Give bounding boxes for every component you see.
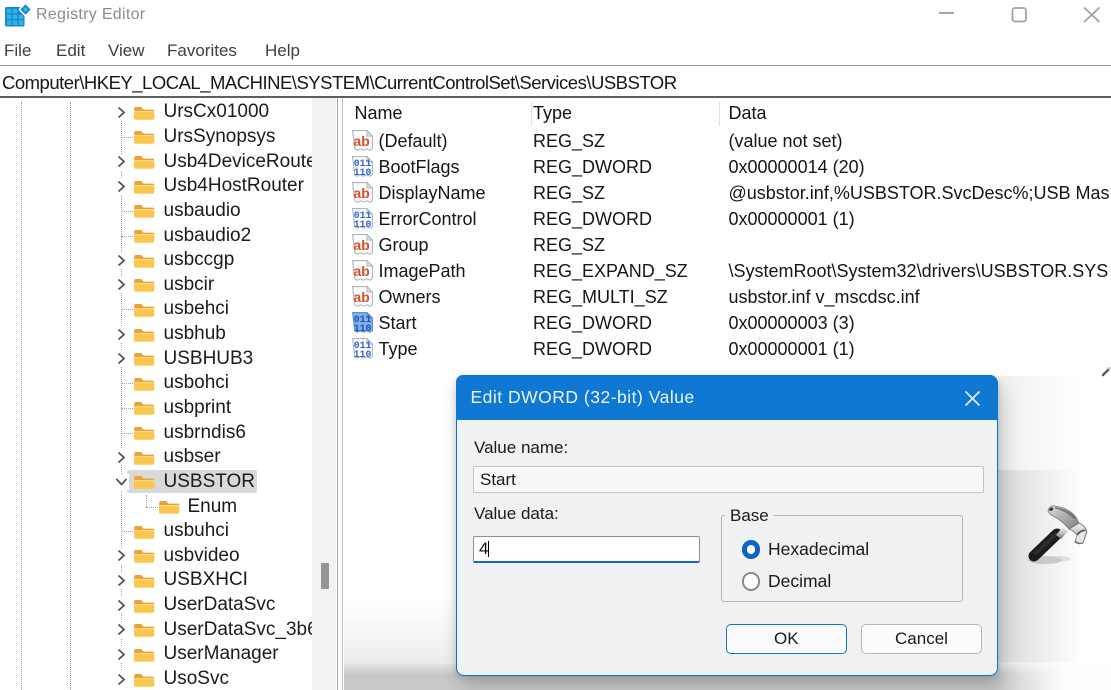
svg-text:110: 110 [354, 323, 372, 334]
svg-text:ab: ab [353, 263, 369, 279]
svg-text:110: 110 [354, 167, 372, 178]
svg-text:ab: ab [353, 133, 369, 149]
svg-text:ab: ab [353, 185, 369, 201]
svg-text:110: 110 [354, 219, 372, 230]
svg-text:ab: ab [353, 237, 369, 253]
svg-text:ab: ab [353, 289, 369, 305]
svg-text:110: 110 [354, 349, 372, 360]
